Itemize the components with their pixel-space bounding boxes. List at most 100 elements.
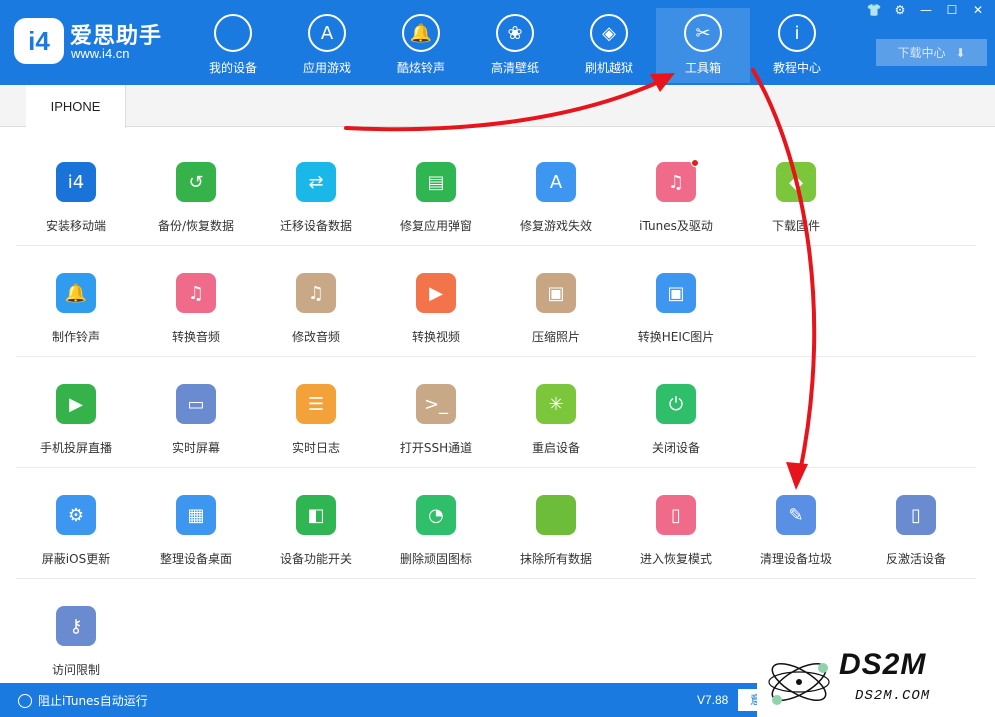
video-convert-icon: ▶ xyxy=(416,273,456,313)
tool-item[interactable]: ⇄ 迁移设备数据 xyxy=(256,135,376,246)
nav-item-0[interactable]: 我的设备 xyxy=(186,8,280,83)
tool-item[interactable]: A 修复游戏失效 xyxy=(496,135,616,246)
tool-item[interactable]: ◔ 删除顽固图标 xyxy=(376,468,496,579)
tool-item[interactable]: ▤ 修复应用弹窗 xyxy=(376,135,496,246)
tool-label: 安装移动端 xyxy=(45,219,106,233)
tool-item[interactable]: ♫ iTunes及驱动 xyxy=(616,135,736,246)
tool-label: 关闭设备 xyxy=(651,441,700,455)
radio-circle-icon[interactable] xyxy=(18,693,32,708)
close-icon[interactable]: ✕ xyxy=(967,2,989,18)
tool-item[interactable]: ▶ 转换视频 xyxy=(376,246,496,357)
heic-convert-icon: ▣ xyxy=(656,273,696,313)
window-controls: 👕 ⚙ — ☐ ✕ xyxy=(863,2,989,18)
access-key-icon: ⚷ xyxy=(56,606,96,646)
tool-label: 反激活设备 xyxy=(885,552,946,566)
nav-item-label: 工具箱 xyxy=(684,61,721,75)
tool-item[interactable]: ▦ 整理设备桌面 xyxy=(136,468,256,579)
nav-item-1[interactable]: A 应用游戏 xyxy=(280,8,374,83)
box-icon: ◈ xyxy=(590,14,628,52)
tool-label: 实时日志 xyxy=(291,441,340,455)
cleaner-broom-icon: ✎ xyxy=(776,495,816,535)
power-icon: ⏻ xyxy=(656,384,696,424)
nav-item-label: 教程中心 xyxy=(772,61,821,75)
audio-edit-icon: ♫ xyxy=(296,273,336,313)
nav-item-label: 我的设备 xyxy=(208,61,257,75)
tool-item[interactable]: >_ 打开SSH通道 xyxy=(376,357,496,468)
block-itunes-label: 阻止iTunes自动运行 xyxy=(38,694,148,708)
tool-item[interactable]: ♫ 修改音频 xyxy=(256,246,376,357)
tool-glyph: ▶ xyxy=(69,393,83,415)
tool-glyph: ⏻ xyxy=(668,393,684,415)
tool-item[interactable]: ⚙ 屏蔽iOS更新 xyxy=(16,468,136,579)
ringtone-bell-icon: 🔔 xyxy=(56,273,96,313)
desktop-grid-icon: ▦ xyxy=(176,495,216,535)
ssh-terminal-icon: >_ xyxy=(416,384,456,424)
apple-icon xyxy=(214,14,252,52)
top-bar: i4 爱思助手 www.i4.cn 我的设备 A 应用游戏 🔔 酷炫铃声 ❀ 高清壁纸 ◈ 刷机… xyxy=(0,0,995,85)
app-store-icon: A xyxy=(308,14,346,52)
main-nav: 我的设备 A 应用游戏 🔔 酷炫铃声 ❀ 高清壁纸 ◈ 刷机越狱 ✂ 工具箱 i 教程中心 xyxy=(186,0,844,85)
tool-glyph: ☰ xyxy=(307,393,325,415)
tool-item[interactable]: ▯ 反激活设备 xyxy=(856,468,976,579)
download-center-button[interactable]: 下载中心 ⬇ xyxy=(876,39,987,66)
screen-cast-icon: ▶ xyxy=(56,384,96,424)
app-logo: i4 爱思助手 www.i4.cn xyxy=(14,16,164,66)
tool-glyph: i4 xyxy=(67,171,85,193)
tab-iphone[interactable]: IPHONE xyxy=(26,85,126,128)
nav-item-6[interactable]: i 教程中心 xyxy=(750,8,844,83)
settings-gear-icon[interactable]: ⚙ xyxy=(889,2,911,18)
backup-clock-icon: ↺ xyxy=(176,162,216,202)
tool-item[interactable]: ▯ 进入恢复模式 xyxy=(616,468,736,579)
tool-item[interactable]: ♫ 转换音频 xyxy=(136,246,256,357)
tool-item[interactable]: ✎ 清理设备垃圾 xyxy=(736,468,856,579)
tool-item[interactable]: 抹除所有数据 xyxy=(496,468,616,579)
nav-item-2[interactable]: 🔔 酷炫铃声 xyxy=(374,8,468,83)
tool-item[interactable]: ☰ 实时日志 xyxy=(256,357,376,468)
tool-item[interactable]: ▶ 手机投屏直播 xyxy=(16,357,136,468)
tool-item[interactable]: ▣ 转换HEIC图片 xyxy=(616,246,736,357)
tool-item[interactable]: ✳ 重启设备 xyxy=(496,357,616,468)
tool-item[interactable]: ◆ 下载固件 xyxy=(736,135,856,246)
tool-item[interactable]: ⏻ 关闭设备 xyxy=(616,357,736,468)
tool-item[interactable]: ▣ 压缩照片 xyxy=(496,246,616,357)
tool-glyph: ◆ xyxy=(789,171,803,193)
tool-glyph: ▭ xyxy=(187,393,205,415)
watermark-title: DS2M xyxy=(839,648,927,681)
tool-label: 制作铃声 xyxy=(51,330,100,344)
nav-item-3[interactable]: ❀ 高清壁纸 xyxy=(468,8,562,83)
nav-item-4[interactable]: ◈ 刷机越狱 xyxy=(562,8,656,83)
maximize-icon[interactable]: ☐ xyxy=(941,2,963,18)
tool-glyph: ▯ xyxy=(671,504,681,526)
tool-item[interactable]: ▭ 实时屏幕 xyxy=(136,357,256,468)
tool-glyph: ▤ xyxy=(427,171,445,193)
tool-label: 设备功能开关 xyxy=(279,552,352,566)
tool-glyph: >_ xyxy=(423,393,449,415)
tool-glyph: ◔ xyxy=(428,504,444,526)
tool-row: i4 安装移动端 ↺ 备份/恢复数据 ⇄ 迁移设备数据 ▤ 修复应用弹窗 A 修复游戏失效 ♫ iTu… xyxy=(16,135,976,246)
minimize-icon[interactable]: — xyxy=(915,2,937,18)
toolbox-grid: i4 安装移动端 ↺ 备份/恢复数据 ⇄ 迁移设备数据 ▤ 修复应用弹窗 A 修复游戏失效 ♫ iTu… xyxy=(16,135,976,690)
tool-item[interactable]: ◧ 设备功能开关 xyxy=(256,468,376,579)
feature-toggle-icon: ◧ xyxy=(296,495,336,535)
tool-glyph: ▦ xyxy=(187,504,205,526)
download-icon: ⬇ xyxy=(955,45,966,60)
skin-icon[interactable]: 👕 xyxy=(863,2,885,18)
tool-glyph: ♫ xyxy=(667,171,685,193)
tool-item[interactable]: ↺ 备份/恢复数据 xyxy=(136,135,256,246)
nav-item-5[interactable]: ✂ 工具箱 xyxy=(656,8,750,83)
block-itunes-toggle[interactable]: 阻止iTunes自动运行 xyxy=(18,692,148,709)
itunes-icon: ♫ xyxy=(656,159,699,202)
tool-label: 访问限制 xyxy=(51,663,100,677)
tool-row: ⚙ 屏蔽iOS更新 ▦ 整理设备桌面 ◧ 设备功能开关 ◔ 删除顽固图标 抹除所有数据 ▯ 进入恢复… xyxy=(16,468,976,579)
tool-glyph: ⚙ xyxy=(67,504,85,526)
tool-glyph: 🔔 xyxy=(64,282,88,304)
firmware-cube-icon: ◆ xyxy=(776,162,816,202)
tool-row: 🔔 制作铃声 ♫ 转换音频 ♫ 修改音频 ▶ 转换视频 ▣ 压缩照片 ▣ 转换HEIC图片 xyxy=(16,246,976,357)
tool-item[interactable]: 🔔 制作铃声 xyxy=(16,246,136,357)
tool-label: 屏蔽iOS更新 xyxy=(41,552,111,566)
flower-icon: ❀ xyxy=(496,14,534,52)
tool-glyph: ✎ xyxy=(788,504,804,526)
tool-item[interactable]: i4 安装移动端 xyxy=(16,135,136,246)
tool-label: 转换HEIC图片 xyxy=(637,330,715,344)
tool-item[interactable]: ⚷ 访问限制 xyxy=(16,579,136,690)
